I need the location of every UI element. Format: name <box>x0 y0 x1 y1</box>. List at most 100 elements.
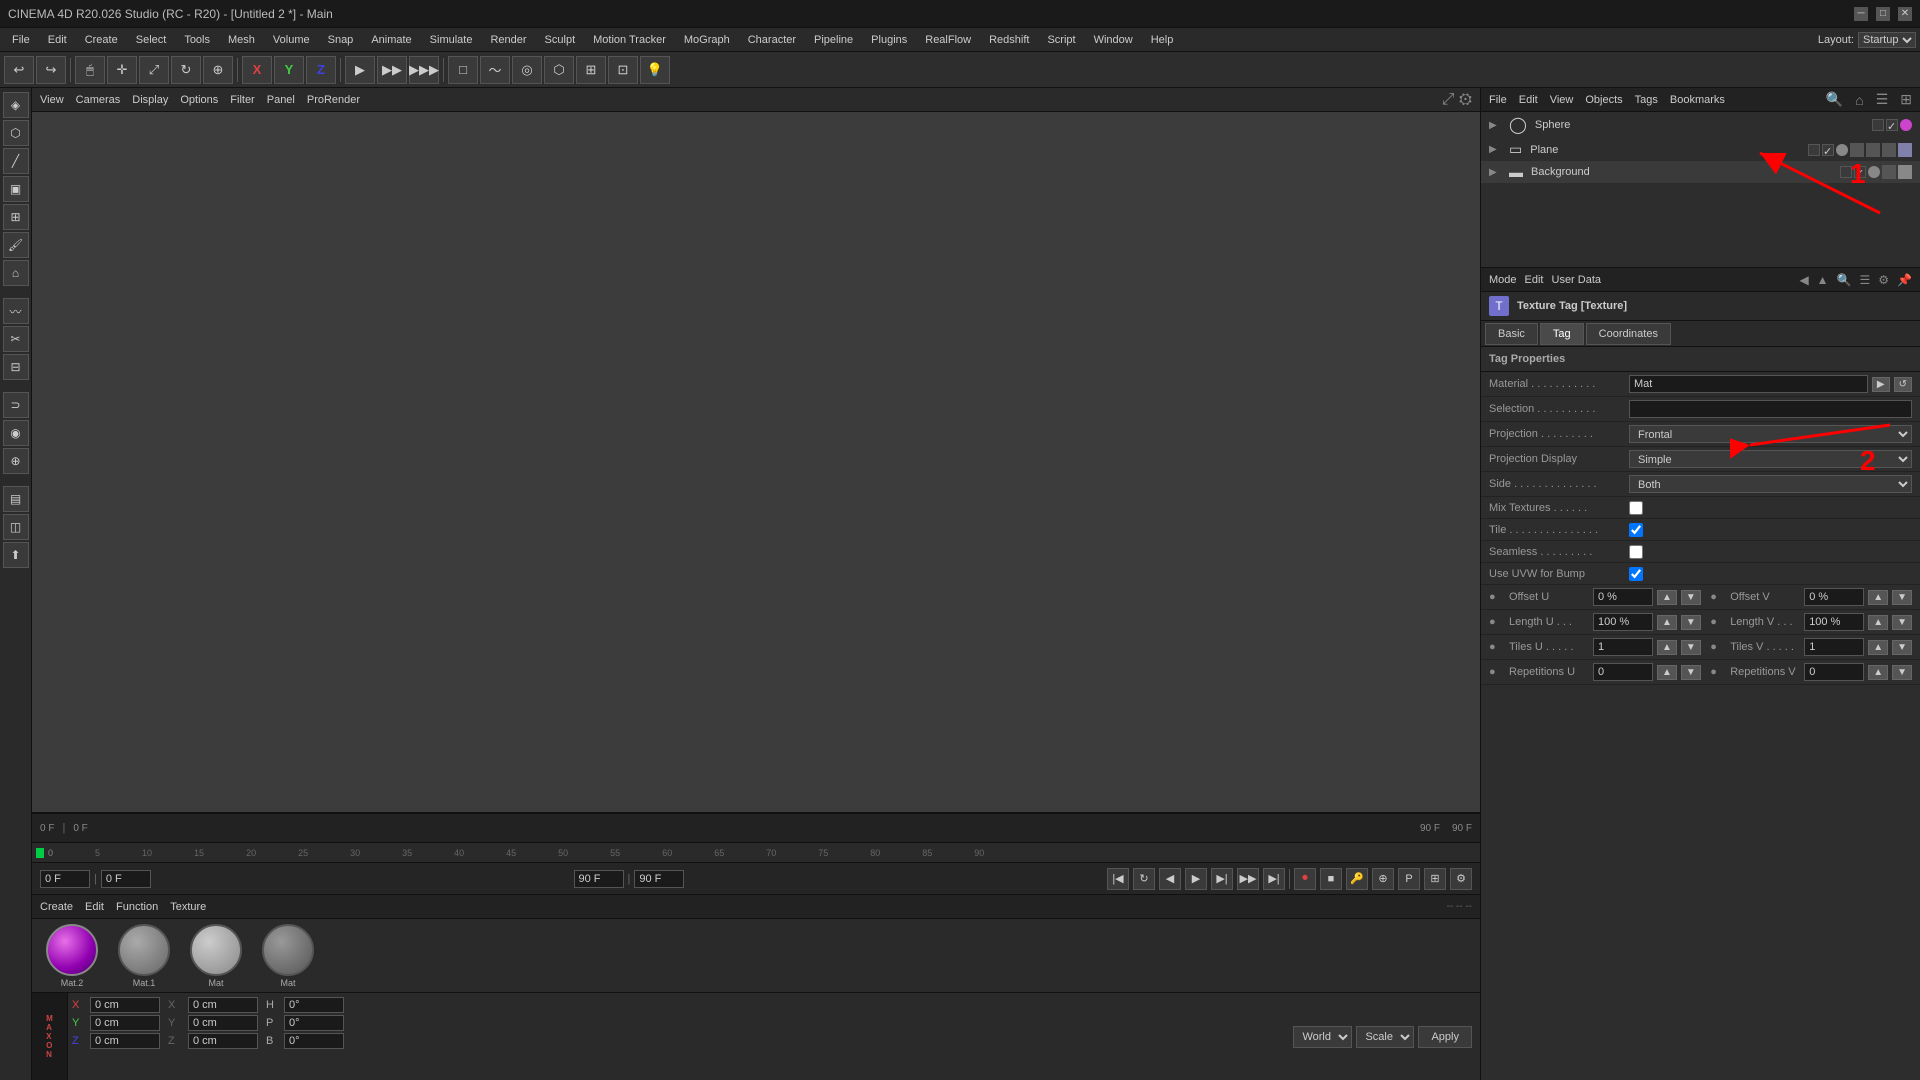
menu-simulate[interactable]: Simulate <box>422 32 481 48</box>
sphere-vis1[interactable] <box>1872 119 1884 131</box>
scene-item-sphere[interactable]: ▶ ◯ Sphere ✓ <box>1481 112 1920 138</box>
scene-item-background[interactable]: ▶ ▬ Background ✓ <box>1481 161 1920 183</box>
menu-pipeline[interactable]: Pipeline <box>806 32 861 48</box>
nurbs-tool[interactable]: ◎ <box>512 56 542 84</box>
mesh-mode[interactable]: ⬡ <box>3 120 29 146</box>
key-button[interactable]: 🔑 <box>1346 868 1368 890</box>
render-region[interactable]: ▶▶ <box>377 56 407 84</box>
magnet-tool[interactable]: ⊃ <box>3 392 29 418</box>
seamless-checkbox[interactable] <box>1629 545 1643 559</box>
offset-u-arrow-up[interactable]: ▲ <box>1657 590 1677 605</box>
tiles-u-arrow-up[interactable]: ▲ <box>1657 640 1677 655</box>
current-time-input[interactable] <box>101 870 151 888</box>
rep-u-arrow-dn[interactable]: ▼ <box>1681 665 1701 680</box>
offset-u-arrow-dn[interactable]: ▼ <box>1681 590 1701 605</box>
step-back-button[interactable]: ◀ <box>1159 868 1181 890</box>
spline-draw[interactable]: 〰 <box>3 298 29 324</box>
menu-volume[interactable]: Volume <box>265 32 318 48</box>
menu-sculpt[interactable]: Sculpt <box>537 32 584 48</box>
length-u-arrow-dn[interactable]: ▼ <box>1681 615 1701 630</box>
prop-pin-icon[interactable]: 📌 <box>1897 273 1912 287</box>
prop-back-icon[interactable]: ◀ <box>1799 273 1808 287</box>
menu-mesh[interactable]: Mesh <box>220 32 263 48</box>
move-tool[interactable]: ✛ <box>107 56 137 84</box>
mix-textures-checkbox[interactable] <box>1629 501 1643 515</box>
scene-item-plane[interactable]: ▶ ▭ Plane ✓ <box>1481 138 1920 161</box>
render-view[interactable]: ▶ <box>345 56 375 84</box>
go-start-button[interactable]: |◀ <box>1107 868 1129 890</box>
scene-file-menu[interactable]: File <box>1489 94 1507 106</box>
scale-tool[interactable]: ⤢ <box>139 56 169 84</box>
scene-objects-menu[interactable]: Objects <box>1585 94 1622 106</box>
uv-mode[interactable]: ⊞ <box>3 204 29 230</box>
plane-vis1[interactable] <box>1808 144 1820 156</box>
sphere-color[interactable] <box>1900 119 1912 131</box>
selection-input[interactable] <box>1629 400 1912 418</box>
spline-tool[interactable]: 〜 <box>480 56 510 84</box>
close-button[interactable]: ✕ <box>1898 7 1912 21</box>
length-u-input[interactable] <box>1593 613 1653 631</box>
sphere-vis2[interactable]: ✓ <box>1886 119 1898 131</box>
filter-icon[interactable]: ☰ <box>1876 91 1889 108</box>
offset-u-input[interactable] <box>1593 588 1653 606</box>
bg-mat-preview[interactable] <box>1898 165 1912 179</box>
bridge-tool[interactable]: ⊟ <box>3 354 29 380</box>
coord-z-input[interactable] <box>90 1033 160 1049</box>
plane-color[interactable] <box>1836 144 1848 156</box>
settings-icon-scene[interactable]: ⊞ <box>1900 91 1912 108</box>
menu-edit[interactable]: Edit <box>40 32 75 48</box>
coord-my-input[interactable] <box>188 1015 258 1031</box>
length-v-arrow-up[interactable]: ▲ <box>1868 615 1888 630</box>
menu-window[interactable]: Window <box>1086 32 1141 48</box>
record-button[interactable]: ⏺ <box>1294 868 1316 890</box>
plane-tag[interactable] <box>1850 143 1864 157</box>
menu-redshift[interactable]: Redshift <box>981 32 1037 48</box>
menu-animate[interactable]: Animate <box>363 32 419 48</box>
coord-p-input[interactable] <box>284 1015 344 1031</box>
coord-x-input[interactable] <box>90 997 160 1013</box>
tab-tag[interactable]: Tag <box>1540 323 1584 345</box>
length-u-arrow-up[interactable]: ▲ <box>1657 615 1677 630</box>
stop-button[interactable]: ■ <box>1320 868 1342 890</box>
menu-help[interactable]: Help <box>1143 32 1182 48</box>
motion-button[interactable]: ⊕ <box>1372 868 1394 890</box>
rep-v-arrow-dn[interactable]: ▼ <box>1892 665 1912 680</box>
material-mat1[interactable]: Mat.1 <box>112 924 176 988</box>
tiles-v-arrow-up[interactable]: ▲ <box>1868 640 1888 655</box>
undo-button[interactable]: ↩ <box>4 56 34 84</box>
go-end-button[interactable]: ▶| <box>1263 868 1285 890</box>
grid-button[interactable]: ⊞ <box>1424 868 1446 890</box>
offset-v-input[interactable] <box>1804 588 1864 606</box>
projection-select[interactable]: Frontal UVW Cubic Flat Spherical <box>1629 425 1912 443</box>
step-forward-button[interactable]: ▶| <box>1211 868 1233 890</box>
axis-z[interactable]: Z <box>306 56 336 84</box>
menu-render[interactable]: Render <box>482 32 534 48</box>
field-tool[interactable]: ⊞ <box>576 56 606 84</box>
mat-texture[interactable]: Texture <box>170 901 206 913</box>
material-mat4[interactable]: Mat <box>256 924 320 988</box>
coord-y-input[interactable] <box>90 1015 160 1031</box>
prop-filter-icon[interactable]: ☰ <box>1860 273 1871 287</box>
coord-b-input[interactable] <box>284 1033 344 1049</box>
axis-x[interactable]: X <box>242 56 272 84</box>
rep-v-input[interactable] <box>1804 663 1864 681</box>
menu-realflow[interactable]: RealFlow <box>917 32 979 48</box>
plane-mat-tag[interactable] <box>1898 143 1912 157</box>
rotate-tool[interactable]: ↻ <box>171 56 201 84</box>
tab-coordinates[interactable]: Coordinates <box>1586 323 1671 345</box>
offset-v-arrow-dn[interactable]: ▼ <box>1892 590 1912 605</box>
menu-file[interactable]: File <box>4 32 38 48</box>
prop-mode-menu[interactable]: Mode <box>1489 274 1517 286</box>
redo-button[interactable]: ↪ <box>36 56 66 84</box>
menu-create[interactable]: Create <box>77 32 126 48</box>
layer-tool[interactable]: ▤ <box>3 486 29 512</box>
plane-tag3[interactable] <box>1882 143 1896 157</box>
window-controls[interactable]: ─ □ ✕ <box>1854 7 1912 21</box>
render-all[interactable]: ▶▶▶ <box>409 56 439 84</box>
settings-button[interactable]: ⚙ <box>1450 868 1472 890</box>
tiles-u-input[interactable] <box>1593 638 1653 656</box>
paint-tool[interactable]: 🖌 <box>3 232 29 258</box>
length-v-arrow-dn[interactable]: ▼ <box>1892 615 1912 630</box>
knife-tool[interactable]: ✂ <box>3 326 29 352</box>
scene-tags-menu[interactable]: Tags <box>1635 94 1658 106</box>
